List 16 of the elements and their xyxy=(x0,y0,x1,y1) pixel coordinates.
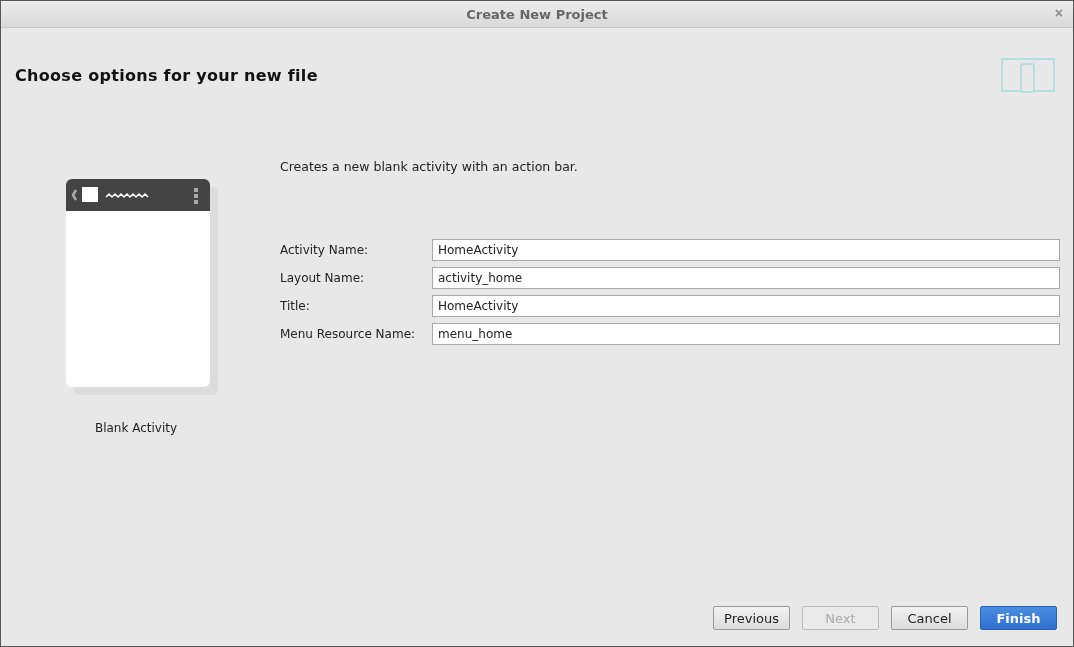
field-label: Layout Name: xyxy=(280,271,366,285)
devices-icon xyxy=(1001,58,1055,94)
field-label: Activity Name: xyxy=(280,243,370,257)
window-title: Create New Project xyxy=(466,6,608,22)
input-field[interactable]: HomeActivity xyxy=(432,239,1060,261)
dialog-button[interactable]: Previous xyxy=(713,606,790,630)
field-label: Menu Resource Name: xyxy=(280,327,417,341)
template-description: Creates a new blank activity with an action bar. xyxy=(280,159,579,174)
input-field[interactable]: activity_home xyxy=(432,267,1060,289)
template-name: Blank Activity xyxy=(94,421,178,435)
dialog-button[interactable]: Cancel xyxy=(891,606,968,630)
field-label: Title: xyxy=(280,299,311,313)
input-field[interactable]: menu_home xyxy=(432,323,1060,345)
input-field[interactable]: HomeActivity xyxy=(432,295,1060,317)
dialog-button[interactable]: Finish xyxy=(980,606,1057,630)
page-heading: Choose options for your new file xyxy=(15,66,318,85)
